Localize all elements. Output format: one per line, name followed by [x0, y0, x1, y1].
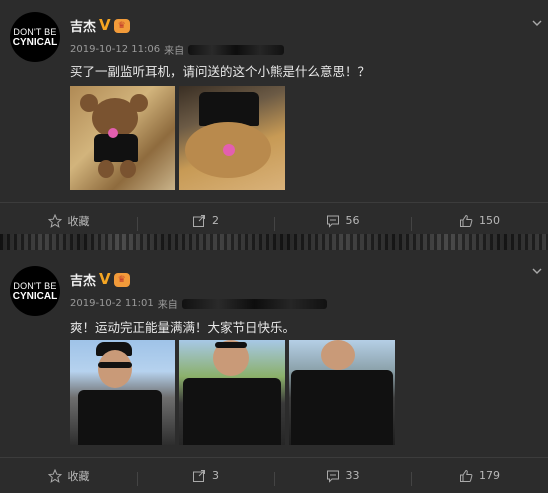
repost-button[interactable]: 3: [137, 469, 274, 486]
comment-count: 33: [345, 469, 360, 482]
post-text: 买了一副监听耳机，请问送的这个小熊是什么意思！？: [70, 64, 371, 79]
post-timestamp[interactable]: 2019-10-2 11:01: [70, 298, 154, 309]
chevron-down-icon[interactable]: [532, 266, 542, 276]
comment-button[interactable]: 56: [274, 214, 411, 231]
like-count: 150: [479, 214, 500, 227]
source-label: 来自: [164, 46, 185, 57]
post-text: 爽！运动完正能量满满！大家节日快乐。: [70, 320, 296, 335]
feed-separator: [0, 234, 548, 250]
comment-icon: [326, 470, 339, 483]
comment-icon: [326, 215, 339, 228]
author-name[interactable]: 吉杰: [70, 270, 96, 289]
avatar-text-line2: CYNICAL: [12, 290, 58, 302]
like-button[interactable]: 150: [411, 214, 548, 231]
avatar-text-line1: DON'T BE: [13, 280, 57, 291]
verified-badge-icon: V: [99, 16, 111, 34]
source-label: 来自: [157, 300, 178, 311]
post-timestamp[interactable]: 2019-10-12 11:06: [70, 44, 160, 55]
vip-crown-icon: ♛: [113, 18, 130, 33]
post-image[interactable]: [70, 86, 175, 190]
star-icon: [47, 468, 62, 483]
like-button[interactable]: 179: [411, 469, 548, 486]
verified-badge-icon: V: [99, 270, 111, 288]
comment-count: 56: [345, 214, 360, 227]
repost-count: 3: [212, 469, 219, 482]
repost-button[interactable]: 2: [137, 214, 274, 231]
favorite-button[interactable]: 收藏: [0, 468, 137, 484]
redacted-source: [188, 44, 285, 55]
post-image[interactable]: [179, 340, 285, 445]
share-icon: [193, 469, 205, 482]
vip-crown-icon: ♛: [113, 272, 130, 287]
star-icon: [47, 213, 62, 228]
redacted-source: [181, 298, 327, 309]
action-bar: 收藏 3 33 179: [0, 457, 548, 493]
author-row: 吉杰 V ♛: [70, 16, 130, 35]
post-image[interactable]: [179, 86, 285, 190]
comment-button[interactable]: 33: [274, 469, 411, 486]
action-bar: 收藏 2 56 150: [0, 202, 548, 238]
weibo-post: DON'T BE CYNICAL 吉杰 V ♛ 2019-10-12 11:06…: [0, 0, 548, 238]
post-meta: 2019-10-2 11:01 来自: [70, 296, 327, 311]
favorite-label: 收藏: [67, 214, 90, 228]
thumbs-up-icon: [460, 469, 473, 482]
share-icon: [193, 214, 205, 227]
favorite-label: 收藏: [67, 469, 90, 483]
author-row: 吉杰 V ♛: [70, 270, 130, 289]
post-image[interactable]: [289, 340, 395, 445]
post-image[interactable]: [70, 340, 175, 445]
repost-count: 2: [212, 214, 219, 227]
weibo-post: DON'T BE CYNICAL 吉杰 V ♛ 2019-10-2 11:01 …: [0, 250, 548, 493]
like-count: 179: [479, 469, 500, 482]
avatar[interactable]: DON'T BE CYNICAL: [10, 12, 60, 62]
avatar[interactable]: DON'T BE CYNICAL: [10, 266, 60, 316]
thumbs-up-icon: [460, 214, 473, 227]
post-meta: 2019-10-12 11:06 来自: [70, 42, 285, 57]
avatar-text-line1: DON'T BE: [13, 26, 57, 37]
favorite-button[interactable]: 收藏: [0, 213, 137, 229]
chevron-down-icon[interactable]: [532, 18, 542, 28]
author-name[interactable]: 吉杰: [70, 16, 96, 35]
avatar-text-line2: CYNICAL: [12, 36, 58, 48]
